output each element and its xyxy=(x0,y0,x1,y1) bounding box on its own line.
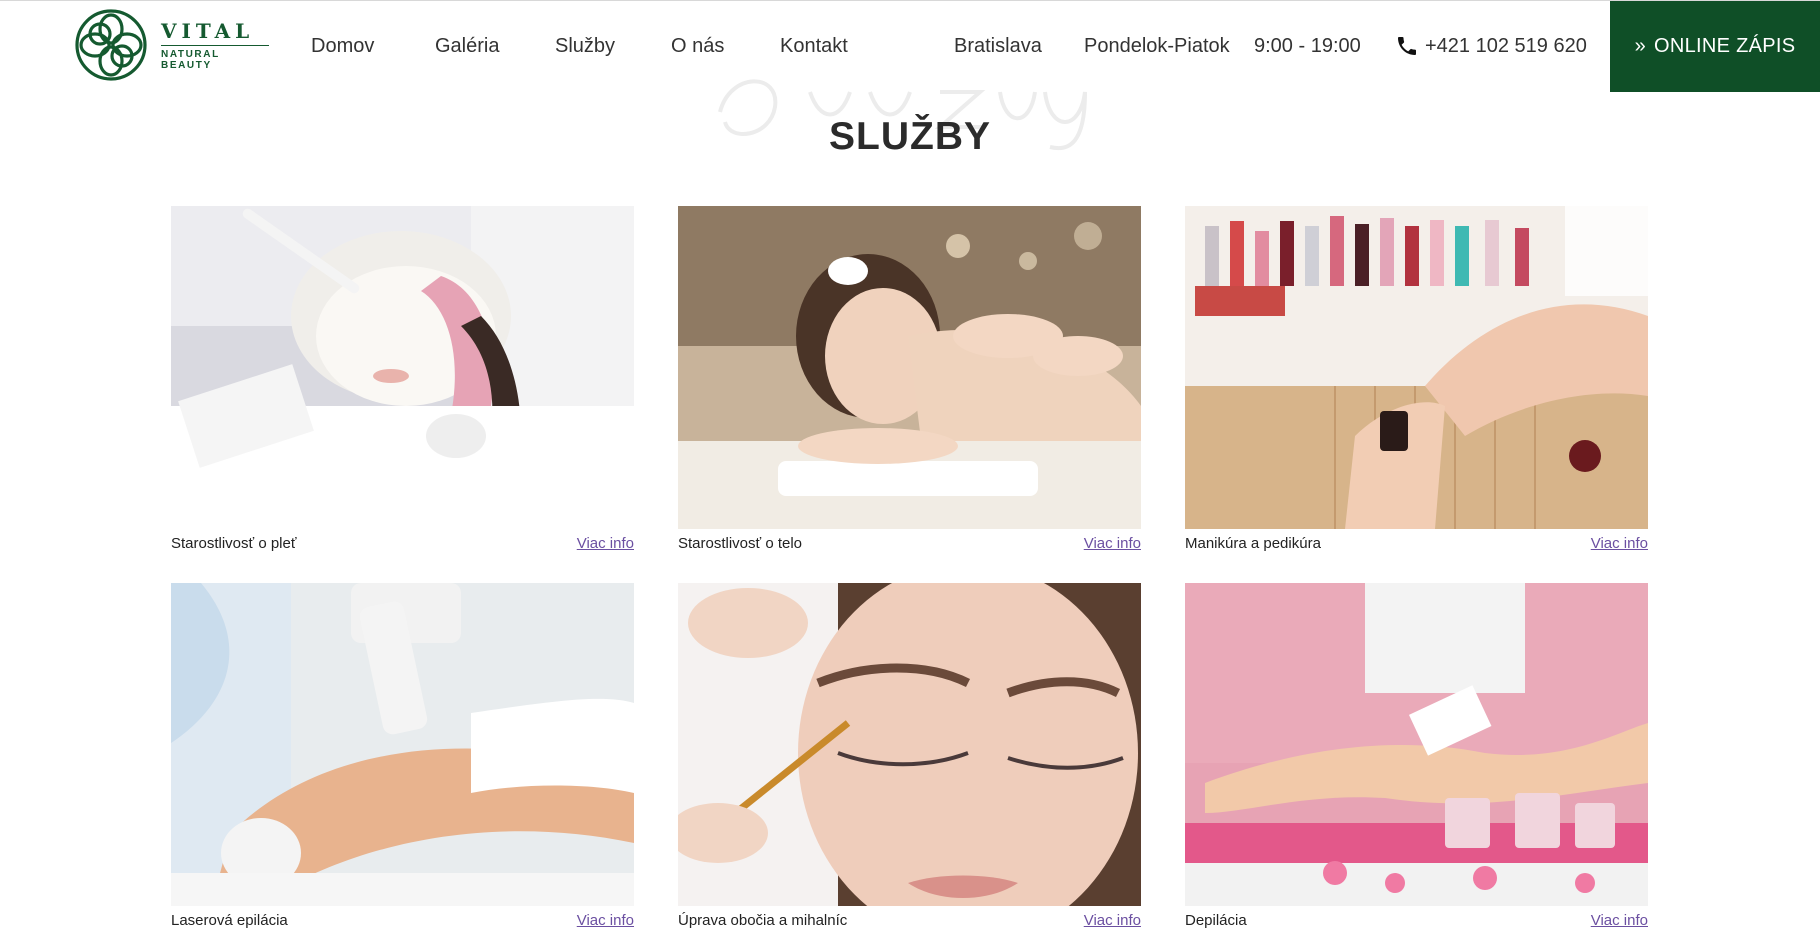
online-booking-button[interactable]: » ONLINE ZÁPIS xyxy=(1610,1,1820,92)
nav-item-sluzby[interactable]: Služby xyxy=(555,34,615,58)
phone-link[interactable]: +421 102 519 620 xyxy=(1395,34,1587,58)
service-card-obocie[interactable]: Úprava obočia a mihalníc Viac info xyxy=(678,583,1141,930)
double-chevron-icon: » xyxy=(1634,35,1646,57)
brand-text: VITAL NATURAL BEAUTY xyxy=(161,20,273,71)
phone-icon xyxy=(1398,37,1416,55)
more-info-link[interactable]: Viac info xyxy=(1591,535,1648,553)
service-card-pleti[interactable]: Starostlivosť o pleť Viac info xyxy=(171,206,634,553)
facial-photo xyxy=(171,206,634,529)
service-title: Laserová epilácia xyxy=(171,912,288,929)
service-image-eyebrow[interactable] xyxy=(678,583,1141,906)
service-image-massage[interactable] xyxy=(678,206,1141,529)
eyebrow-makeup-photo xyxy=(678,583,1141,906)
service-card-laser[interactable]: Laserová epilácia Viac info xyxy=(171,583,634,930)
more-info-link[interactable]: Viac info xyxy=(1084,912,1141,930)
more-info-link[interactable]: Viac info xyxy=(577,912,634,930)
service-title: Depilácia xyxy=(1185,912,1247,929)
service-title: Manikúra a pedikúra xyxy=(1185,535,1321,552)
service-card-telo[interactable]: Starostlivosť o telo Viac info xyxy=(678,206,1141,553)
depilation-photo xyxy=(1185,583,1648,906)
section-title: SLUŽBY xyxy=(829,115,991,158)
online-booking-label: ONLINE ZÁPIS xyxy=(1654,35,1796,57)
service-card-footer: Manikúra a pedikúra Viac info xyxy=(1185,535,1648,553)
more-info-link[interactable]: Viac info xyxy=(577,535,634,553)
brand-tagline: NATURAL BEAUTY xyxy=(161,48,220,71)
service-card-footer: Úprava obočia a mihalníc Viac info xyxy=(678,912,1141,930)
more-info-link[interactable]: Viac info xyxy=(1591,912,1648,930)
service-title: Starostlivosť o telo xyxy=(678,535,803,552)
nav-item-galeria[interactable]: Galéria xyxy=(435,34,499,58)
service-card-footer: Starostlivosť o telo Viac info xyxy=(678,535,1141,553)
service-card-footer: Starostlivosť o pleť Viac info xyxy=(171,535,634,553)
manicure-photo xyxy=(1185,206,1648,529)
service-image-manicure[interactable] xyxy=(1185,206,1648,529)
service-card-manikura[interactable]: Manikúra a pedikúra Viac info xyxy=(1185,206,1648,553)
service-title: Starostlivosť o pleť xyxy=(171,535,297,552)
brand-name: VITAL xyxy=(161,18,255,43)
brand-divider xyxy=(161,44,269,46)
service-card-depilacia[interactable]: Depilácia Viac info xyxy=(1185,583,1648,930)
opening-hours-text: 9:00 - 19:00 xyxy=(1254,35,1361,57)
more-info-link[interactable]: Viac info xyxy=(1084,535,1141,553)
service-image-depilation[interactable] xyxy=(1185,583,1648,906)
service-card-footer: Laserová epilácia Viac info xyxy=(171,912,634,930)
service-title: Úprava obočia a mihalníc xyxy=(678,912,848,929)
nav-item-domov[interactable]: Domov xyxy=(311,34,374,58)
service-image-facial[interactable] xyxy=(171,206,634,529)
laser-epilation-photo xyxy=(171,583,634,906)
logo-flower-icon xyxy=(75,9,147,81)
brand-logo[interactable]: VITAL NATURAL BEAUTY xyxy=(73,7,273,83)
massage-photo xyxy=(678,206,1141,529)
service-image-laser[interactable] xyxy=(171,583,634,906)
phone-number: +421 102 519 620 xyxy=(1425,35,1587,57)
service-card-footer: Depilácia Viac info xyxy=(1185,912,1648,930)
